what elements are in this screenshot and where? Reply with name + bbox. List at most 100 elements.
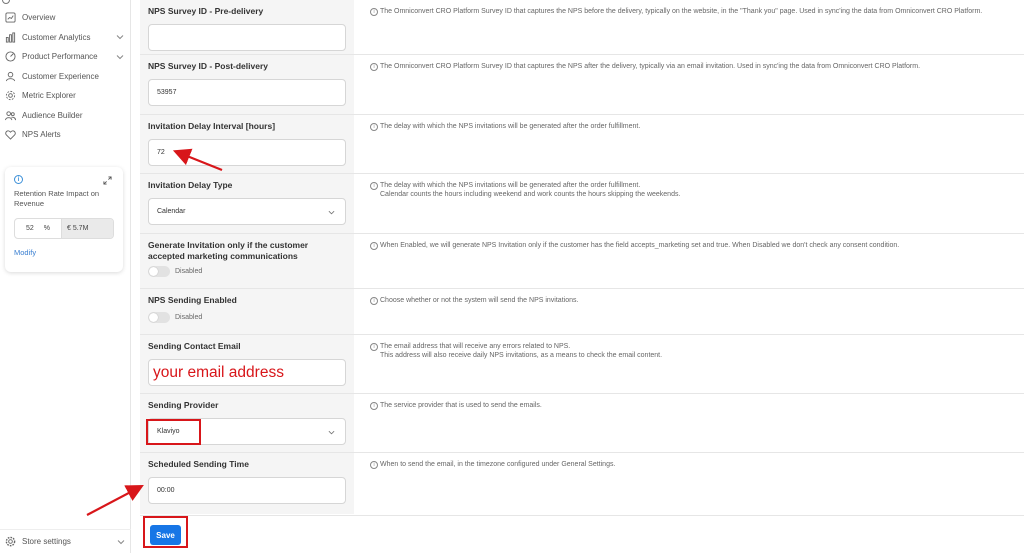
row-help: i When Enabled, we will generate NPS Inv… — [354, 234, 1024, 288]
sending-enabled-toggle[interactable] — [148, 312, 170, 323]
row-left: NPS Survey ID - Post-delivery — [140, 55, 354, 114]
row-help: i The Omniconvert CRO Platform Survey ID… — [354, 55, 1024, 114]
field-description: The delay with which the NPS invitations… — [380, 123, 641, 130]
rate-field[interactable]: 52 % — [15, 219, 61, 238]
chevron-down-icon — [116, 35, 124, 40]
row-sending-enabled: NPS Sending Enabled Disabled i Choose wh… — [140, 289, 1024, 335]
revenue-value: € 5.7M — [61, 219, 113, 238]
delay-interval-input[interactable] — [148, 139, 346, 166]
info-icon: i — [370, 461, 378, 469]
row-generate-invitation: Generate Invitation only if the customer… — [140, 234, 1024, 289]
sidebar-item-store-settings[interactable]: Store settings — [0, 529, 131, 553]
expand-icon[interactable] — [103, 176, 112, 185]
info-icon: i — [370, 63, 378, 71]
field-label: Invitation Delay Interval [hours] — [148, 121, 276, 131]
overview-icon — [4, 12, 16, 24]
field-description: When Enabled, we will generate NPS Invit… — [380, 242, 900, 249]
info-icon: i — [370, 182, 378, 190]
field-label: Scheduled Sending Time — [148, 459, 249, 469]
info-icon: i — [370, 123, 378, 131]
row-help: i Choose whether or not the system will … — [354, 289, 1024, 334]
row-provider: Sending Provider Klaviyo i The service p… — [140, 394, 1024, 453]
modify-link[interactable]: Modify — [14, 248, 114, 257]
row-help: i The email address that will receive an… — [354, 335, 1024, 393]
row-post-delivery: NPS Survey ID - Post-delivery i The Omni… — [140, 55, 1024, 115]
sidebar-item-audience-builder[interactable]: Audience Builder — [0, 106, 130, 126]
product-icon — [4, 51, 16, 63]
info-icon: i — [370, 297, 378, 305]
metric-icon — [4, 90, 16, 102]
post-delivery-input[interactable] — [148, 79, 346, 106]
field-description: The delay with which the NPS invitations… — [380, 182, 681, 198]
sidebar-item-customer-analytics[interactable]: Customer Analytics — [0, 28, 130, 48]
field-label: Sending Contact Email — [148, 341, 241, 351]
row-left: Invitation Delay Type Calendar — [140, 174, 354, 233]
widget-values: 52 % € 5.7M — [14, 218, 114, 239]
info-icon[interactable]: i — [14, 175, 23, 184]
email-annotation: your email address — [153, 363, 284, 381]
sidebar: Overview Customer Analytics Product Perf… — [0, 0, 131, 553]
alert-icon — [4, 129, 16, 141]
retention-widget: i Retention Rate Impact on Revenue 52 % … — [5, 167, 123, 272]
info-icon: i — [370, 402, 378, 410]
nps-settings-form: NPS Survey ID - Pre-delivery i The Omnic… — [140, 0, 1024, 514]
info-icon: i — [370, 8, 378, 16]
provider-highlight-box — [146, 419, 201, 445]
main-content: NPS Survey ID - Pre-delivery i The Omnic… — [131, 0, 1024, 553]
row-help: i The service provider that is used to s… — [354, 394, 1024, 452]
sidebar-item-label: Audience Builder — [22, 110, 83, 120]
widget-title: Retention Rate Impact on Revenue — [14, 189, 100, 208]
sidebar-item-customer-experience[interactable]: Customer Experience — [0, 67, 130, 87]
row-left: Scheduled Sending Time — [140, 453, 354, 514]
generate-invitation-toggle[interactable] — [148, 266, 170, 277]
row-left: NPS Sending Enabled Disabled — [140, 289, 354, 334]
row-delay-interval: Invitation Delay Interval [hours] i The … — [140, 115, 1024, 174]
field-description: The Omniconvert CRO Platform Survey ID t… — [380, 8, 983, 15]
sidebar-item-label: NPS Alerts — [22, 130, 61, 140]
sidebar-item-label: Overview — [22, 13, 56, 23]
sidebar-item-overview[interactable]: Overview — [0, 8, 130, 28]
rate-unit: % — [43, 225, 51, 232]
info-icon: i — [370, 343, 378, 351]
chevron-down-icon — [117, 539, 125, 544]
row-pre-delivery: NPS Survey ID - Pre-delivery i The Omnic… — [140, 0, 1024, 55]
delay-type-select[interactable]: Calendar — [148, 198, 346, 225]
field-label: NPS Survey ID - Post-delivery — [148, 61, 268, 71]
row-help: i The delay with which the NPS invitatio… — [354, 174, 1024, 233]
pre-delivery-input[interactable] — [148, 24, 346, 51]
row-left: Invitation Delay Interval [hours] — [140, 115, 354, 173]
row-delay-type: Invitation Delay Type Calendar i The del… — [140, 174, 1024, 234]
field-label: Sending Provider — [148, 400, 219, 410]
field-label: Generate Invitation only if the customer… — [148, 240, 309, 261]
contact-email-input[interactable]: your email address — [148, 359, 346, 386]
sidebar-item-metric-explorer[interactable]: Metric Explorer — [0, 86, 130, 106]
field-label: NPS Sending Enabled — [148, 295, 237, 305]
form-footer: Save — [140, 515, 1024, 553]
field-description: The service provider that is used to sen… — [380, 402, 542, 409]
sidebar-item-product-performance[interactable]: Product Performance — [0, 47, 130, 67]
row-left: Generate Invitation only if the customer… — [140, 234, 354, 288]
row-left: Sending Contact Email your email address — [140, 335, 354, 393]
row-sending-time: Scheduled Sending Time i When to send th… — [140, 453, 1024, 514]
gear-icon — [4, 536, 16, 548]
save-highlight-box — [143, 516, 188, 548]
chevron-down-icon — [116, 54, 124, 59]
field-description: The email address that will receive any … — [380, 343, 663, 359]
row-contact-email: Sending Contact Email your email address… — [140, 335, 1024, 394]
sidebar-item-label: Customer Experience — [22, 71, 99, 81]
sidebar-nav: Overview Customer Analytics Product Perf… — [0, 0, 130, 145]
field-description: The Omniconvert CRO Platform Survey ID t… — [380, 63, 921, 70]
sidebar-item-label: Metric Explorer — [22, 91, 76, 101]
row-left: NPS Survey ID - Pre-delivery — [140, 0, 354, 54]
field-description: Choose whether or not the system will se… — [380, 297, 579, 304]
experience-icon — [4, 70, 16, 82]
toggle-state-label: Disabled — [175, 314, 203, 321]
sidebar-item-nps-alerts[interactable]: NPS Alerts — [0, 125, 130, 145]
toggle-group: Disabled — [148, 266, 346, 277]
select-value: Calendar — [157, 208, 186, 215]
field-description: When to send the email, in the timezone … — [380, 461, 616, 468]
chevron-down-icon — [328, 430, 335, 435]
rate-value: 52 — [25, 225, 34, 232]
sending-time-input[interactable] — [148, 477, 346, 504]
store-settings-label: Store settings — [22, 537, 71, 546]
